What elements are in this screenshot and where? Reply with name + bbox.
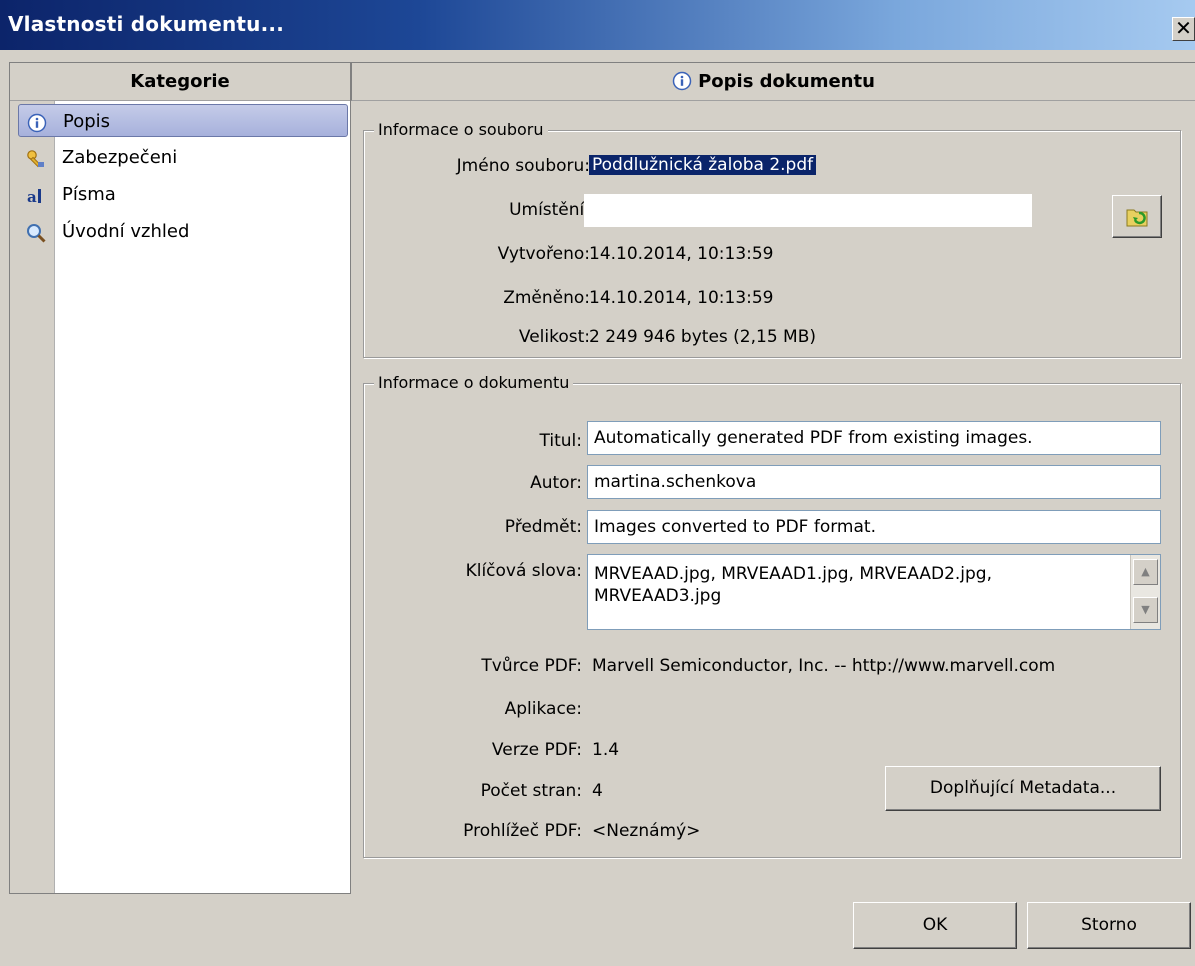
version-value: 1.4 [592,740,620,760]
description-panel: Popis dokumentu Informace o souboru Jmén… [351,62,1195,894]
category-panel: Kategorie Popis Zabezpečeni a Písma Úvod… [9,62,351,894]
doc-info-title: Informace o dokumentu [374,373,574,392]
font-icon: a [26,184,46,206]
scroll-down-button[interactable]: ▼ [1133,597,1158,623]
size-value: 2 249 946 bytes (2,15 MB) [589,327,817,347]
size-label: Velikost: [518,327,590,347]
pages-value: 4 [592,781,603,801]
open-location-button[interactable] [1112,195,1162,238]
modified-label: Změněno: [503,288,590,308]
arrow-down-icon: ▼ [1141,603,1150,616]
category-label: Úvodní vzhled [62,221,190,242]
svg-text:a: a [27,188,37,206]
author-label: Autor: [530,473,582,493]
info-icon [27,111,47,133]
created-label: Vytvořeno: [497,244,590,264]
file-info-title: Informace o souboru [374,120,548,139]
subject-field[interactable]: Images converted to PDF format. [587,510,1161,544]
modified-value: 14.10.2014, 10:13:59 [589,288,774,308]
description-header: Popis dokumentu [351,63,1195,101]
close-button[interactable]: ✕ [1172,17,1195,41]
cancel-button[interactable]: Storno [1027,902,1191,949]
additional-metadata-button[interactable]: Doplňující Metadata... [885,766,1161,811]
arrow-up-icon: ▲ [1141,565,1150,578]
location-field[interactable] [584,194,1032,227]
subject-label: Předmět: [504,517,582,537]
title-field[interactable]: Automatically generated PDF from existin… [587,421,1161,455]
folder-icon [1125,205,1149,234]
keywords-scrollbar[interactable]: ▲ ▼ [1130,555,1160,629]
creator-value: Marvell Semiconductor, Inc. -- http://ww… [592,656,1056,676]
author-field[interactable]: martina.schenkova [587,465,1161,499]
location-label: Umístění: [509,200,590,220]
category-item-pisma[interactable]: a Písma [18,178,348,211]
info-icon [672,67,692,105]
ok-button[interactable]: OK [853,902,1017,949]
filename-label: Jméno souboru: [456,156,590,176]
keywords-line: MRVEAAD3.jpg [594,586,722,606]
category-item-zabezpeceni[interactable]: Zabezpečeni [18,141,348,174]
key-icon [26,147,46,168]
window-title: Vlastnosti dokumentu... [8,12,284,36]
application-label: Aplikace: [504,699,582,719]
category-item-uvodni-vzhled[interactable]: Úvodní vzhled [18,215,348,248]
doc-info-group: Informace o dokumentu Titul: Automatical… [363,373,1181,858]
title-bar: Vlastnosti dokumentu... ✕ [0,0,1195,50]
keywords-line: MRVEAAD.jpg, MRVEAAD1.jpg, MRVEAAD2.jpg, [594,564,993,584]
version-label: Verze PDF: [491,740,582,760]
filename-value[interactable]: Poddlužnická žaloba 2.pdf [589,155,817,175]
category-label: Písma [62,184,116,205]
creator-label: Tvůrce PDF: [481,656,582,676]
category-header: Kategorie [10,63,350,101]
scroll-up-button[interactable]: ▲ [1133,559,1158,585]
magnifier-icon [26,221,46,243]
viewer-label: Prohlížeč PDF: [463,821,582,841]
category-label: Zabezpečeni [62,147,178,168]
created-value: 14.10.2014, 10:13:59 [589,244,774,264]
keywords-field[interactable]: MRVEAAD.jpg, MRVEAAD1.jpg, MRVEAAD2.jpg,… [587,554,1161,630]
keywords-label: Klíčová slova: [465,561,582,581]
category-item-popis[interactable]: Popis [18,104,348,137]
close-icon: ✕ [1175,16,1192,40]
viewer-value: <Neznámý> [592,821,701,841]
description-title: Popis dokumentu [698,71,875,92]
pages-label: Počet stran: [480,781,582,801]
title-label: Titul: [539,431,582,451]
file-info-group: Informace o souboru Jméno souboru: Poddl… [363,120,1181,358]
category-label: Popis [63,111,111,132]
